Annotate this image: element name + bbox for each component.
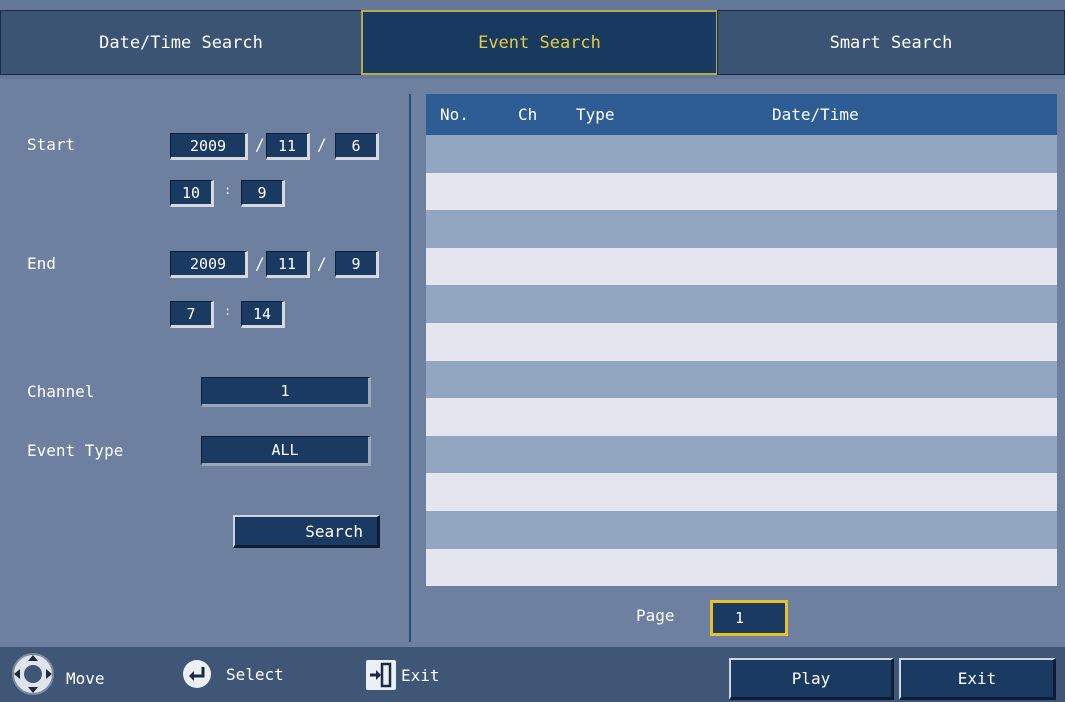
table-row[interactable]	[426, 473, 1057, 511]
table-row[interactable]	[426, 398, 1057, 436]
column-header-datetime: Date/Time	[772, 105, 859, 124]
table-row[interactable]	[426, 172, 1057, 211]
exit-hint: Exit	[365, 659, 440, 691]
select-hint: Select	[182, 659, 284, 689]
tab-smart-search[interactable]: Smart Search	[717, 10, 1065, 75]
page-number-field[interactable]: 1	[710, 600, 788, 636]
time-separator: :	[224, 304, 232, 318]
end-month-field[interactable]: 11	[266, 251, 310, 278]
start-month-field[interactable]: 11	[266, 133, 310, 160]
event-type-label: Event Type	[27, 441, 124, 460]
exit-hint-label: Exit	[401, 665, 440, 685]
end-minute-field[interactable]: 14	[241, 301, 285, 328]
panel-divider	[409, 94, 411, 642]
channel-select[interactable]: 1	[201, 377, 371, 407]
end-hour-field[interactable]: 7	[170, 301, 214, 328]
date-separator: /	[255, 135, 265, 154]
column-header-type: Type	[576, 105, 615, 124]
move-hint: Move	[10, 653, 105, 697]
play-button[interactable]: Play	[729, 658, 894, 700]
table-row[interactable]	[426, 135, 1057, 173]
table-row[interactable]	[426, 210, 1057, 248]
date-separator: /	[317, 135, 327, 154]
end-year-field[interactable]: 2009	[170, 251, 248, 278]
table-row[interactable]	[426, 323, 1057, 361]
search-button[interactable]: Search	[233, 515, 380, 548]
page-label: Page	[636, 606, 675, 625]
time-separator: :	[224, 183, 232, 197]
results-table-header: No. Ch Type Date/Time	[426, 94, 1057, 135]
start-label: Start	[27, 135, 76, 154]
select-label: Select	[226, 664, 284, 684]
table-row[interactable]	[426, 435, 1057, 474]
date-separator: /	[317, 254, 327, 273]
move-label: Move	[66, 668, 105, 688]
enter-icon	[183, 660, 211, 688]
table-row[interactable]	[426, 360, 1057, 399]
table-row[interactable]	[426, 548, 1057, 587]
tab-event-search[interactable]: Event Search	[361, 10, 718, 75]
dpad-icon	[12, 653, 54, 695]
tab-datetime-search[interactable]: Date/Time Search	[0, 10, 362, 75]
end-label: End	[27, 254, 56, 273]
column-header-ch: Ch	[518, 105, 538, 124]
table-row[interactable]	[426, 511, 1057, 549]
start-hour-field[interactable]: 10	[170, 180, 214, 207]
tab-bar: Date/Time Search Event Search Smart Sear…	[0, 0, 1065, 79]
channel-label: Channel	[27, 382, 95, 401]
table-row[interactable]	[426, 285, 1057, 323]
exit-icon	[366, 660, 396, 690]
table-row[interactable]	[426, 247, 1057, 286]
start-year-field[interactable]: 2009	[170, 133, 248, 160]
date-separator: /	[255, 254, 265, 273]
start-day-field[interactable]: 6	[335, 133, 379, 160]
end-day-field[interactable]: 9	[335, 251, 379, 278]
exit-button[interactable]: Exit	[899, 658, 1056, 700]
column-header-no: No.	[440, 105, 469, 124]
start-minute-field[interactable]: 9	[241, 180, 285, 207]
event-type-select[interactable]: ALL	[201, 436, 371, 466]
